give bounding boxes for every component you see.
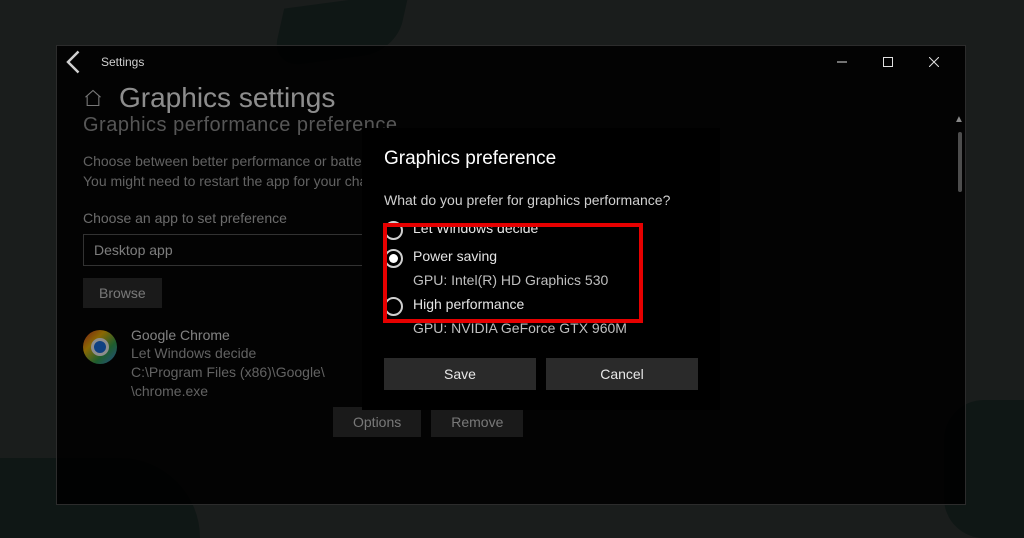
scrollbar-thumb[interactable] [958,132,962,192]
radio-label: Power saving [413,248,497,264]
radio-sublabel: GPU: NVIDIA GeForce GTX 960M [413,320,698,336]
app-type-select[interactable]: Desktop app [83,234,373,266]
app-pref: Let Windows decide [131,344,325,363]
home-icon[interactable] [83,88,103,108]
page-title: Graphics settings [119,82,335,114]
radio-group: Let Windows decide Power saving GPU: Int… [384,220,698,336]
radio-sublabel: GPU: Intel(R) HD Graphics 530 [413,272,698,288]
cancel-button[interactable]: Cancel [546,358,698,390]
back-button[interactable] [61,48,89,76]
radio-option-let-windows-decide[interactable]: Let Windows decide [384,220,698,240]
radio-icon [384,221,403,240]
select-value: Desktop app [94,242,173,258]
graphics-preference-dialog: Graphics preference What do you prefer f… [362,128,720,410]
dialog-title: Graphics preference [384,148,698,170]
maximize-button[interactable] [865,47,911,77]
radio-label: Let Windows decide [413,220,538,236]
chrome-icon [83,330,117,364]
close-button[interactable] [911,47,957,77]
save-button[interactable]: Save [384,358,536,390]
radio-icon [384,249,403,268]
titlebar: Settings [57,46,965,78]
dialog-prompt: What do you prefer for graphics performa… [384,192,698,208]
app-path: C:\Program Files (x86)\Google\ [131,363,325,382]
radio-label: High performance [413,296,524,312]
window-title: Settings [101,55,144,69]
radio-icon [384,297,403,316]
options-button[interactable]: Options [333,407,421,437]
scroll-up-arrow[interactable]: ▲ [953,114,965,126]
app-path: \chrome.exe [131,382,325,401]
browse-button[interactable]: Browse [83,278,162,308]
radio-option-high-performance[interactable]: High performance [384,296,698,316]
app-name: Google Chrome [131,326,325,345]
radio-option-power-saving[interactable]: Power saving [384,248,698,268]
minimize-button[interactable] [819,47,865,77]
remove-button[interactable]: Remove [431,407,523,437]
